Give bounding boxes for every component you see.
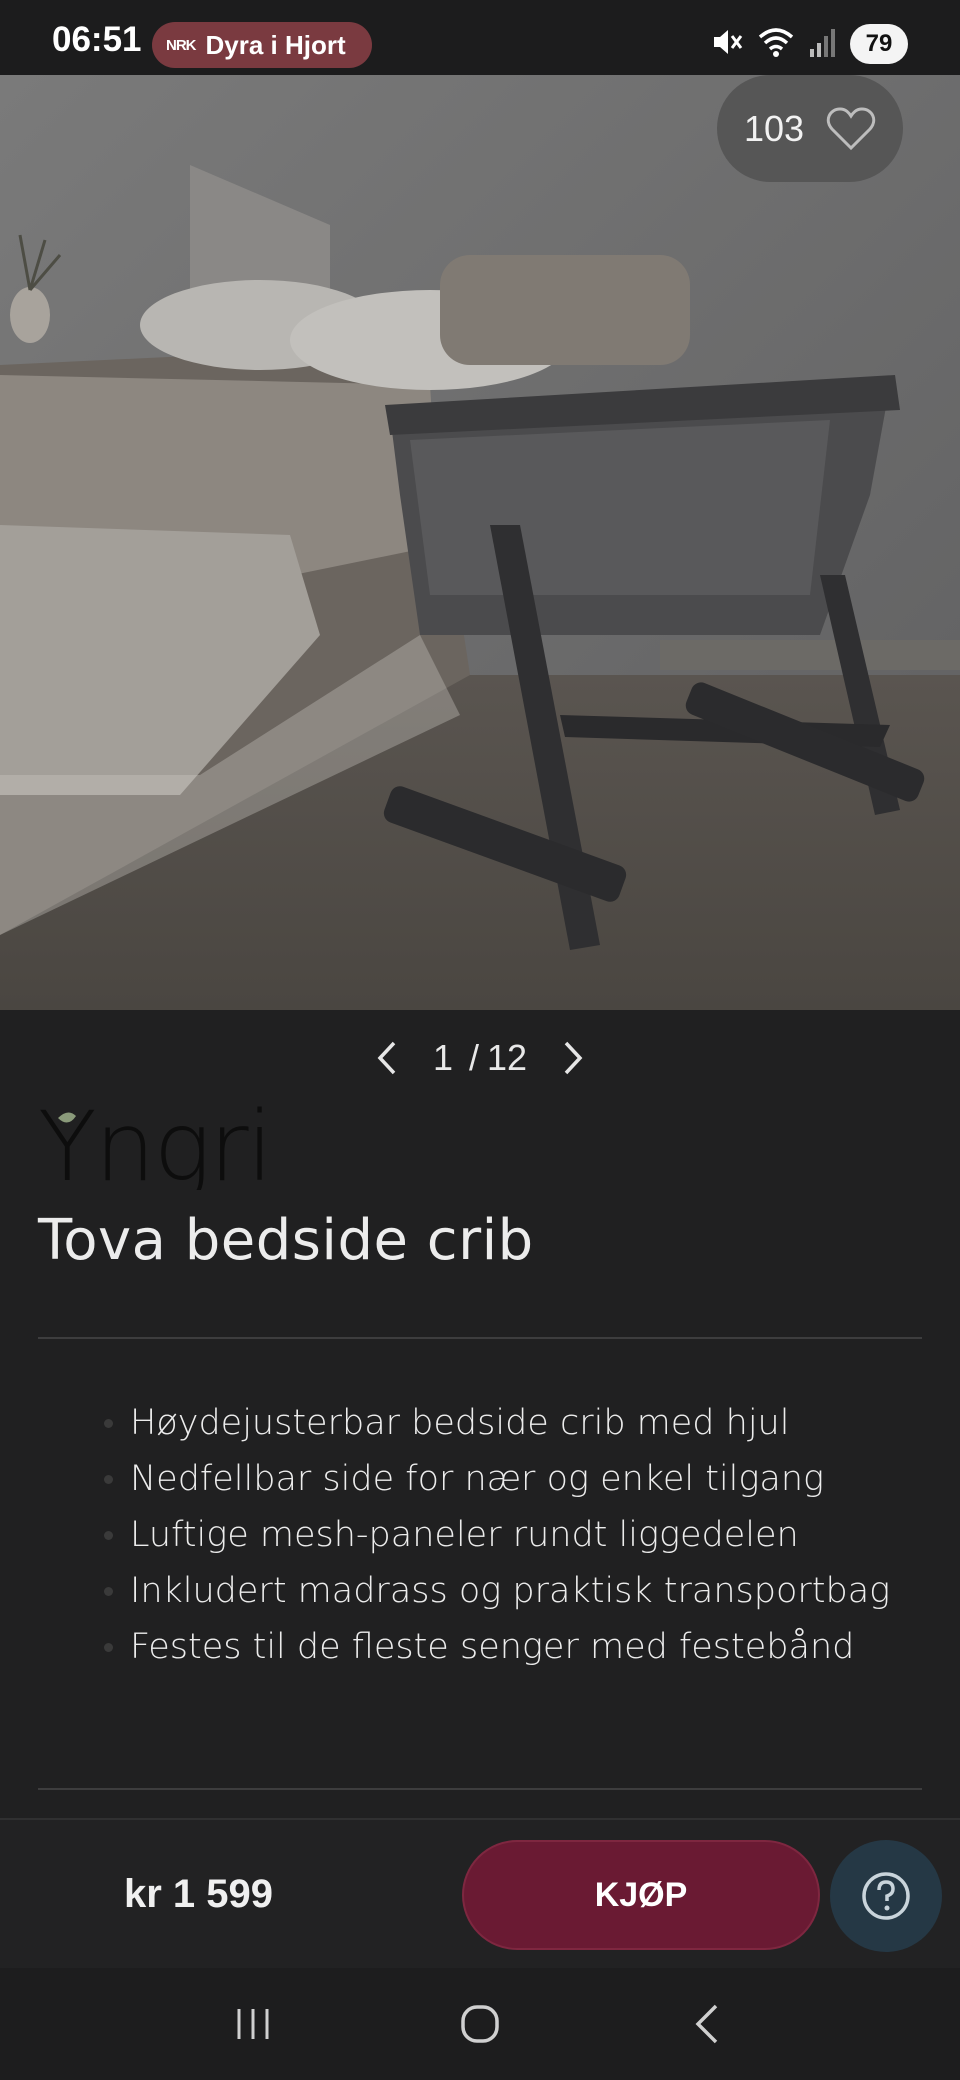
now-playing-chip[interactable]: NRK Dyra i Hjort	[152, 22, 372, 68]
help-button[interactable]	[830, 1840, 942, 1952]
status-icons: 79	[710, 22, 908, 66]
favorites-count: 103	[743, 107, 805, 149]
feature-item: Inkludert madrass og praktisk transportb…	[96, 1563, 936, 1619]
product-image[interactable]: 103	[0, 75, 960, 1010]
back-icon	[695, 2004, 717, 2044]
product-title: Tova bedside crib	[38, 1208, 534, 1273]
yngri-logo: Yngri	[38, 1091, 273, 1203]
heart-icon	[826, 106, 876, 151]
feature-item: Nedfellbar side for nær og enkel tilgang	[96, 1451, 936, 1507]
feature-item: Luftige mesh-paneler rundt liggedelen	[96, 1507, 936, 1563]
feature-item: Festes til de fleste senger med festebån…	[96, 1619, 936, 1675]
status-bar: 06:51 NRK Dyra i Hjort 79	[0, 0, 960, 75]
image-pager: 1 / 12	[0, 1010, 960, 1105]
signal-icon	[808, 25, 838, 63]
divider	[38, 1337, 922, 1339]
chevron-right-icon	[564, 1041, 583, 1074]
nrk-logo: NRK	[166, 36, 196, 54]
feature-item: Høydejusterbar bedside crib med hjul	[96, 1395, 936, 1451]
help-icon	[862, 1872, 910, 1920]
chevron-left-icon	[377, 1041, 396, 1074]
feature-list: Høydejusterbar bedside crib med hjul Ned…	[96, 1395, 936, 1675]
battery-icon: 79	[850, 24, 908, 64]
back-button[interactable]	[667, 1984, 747, 2064]
recent-apps-icon	[237, 2009, 269, 2039]
mute-icon	[710, 25, 744, 63]
home-button[interactable]	[440, 1984, 520, 2064]
now-playing-title: Dyra i Hjort	[205, 29, 346, 60]
divider	[38, 1788, 922, 1790]
system-nav-bar	[0, 1968, 960, 2080]
wifi-icon	[756, 25, 796, 63]
total-pages: 12	[487, 1036, 528, 1078]
current-page: 1	[432, 1036, 453, 1078]
favorite-button[interactable]: 103	[717, 75, 903, 182]
price: kr 1 599	[124, 1872, 274, 1916]
next-image-button[interactable]	[553, 1038, 593, 1078]
svg-text:Yngri: Yngri	[38, 1100, 271, 1190]
bedside-crib-photo	[0, 75, 960, 1010]
page-separator: /	[468, 1036, 479, 1078]
recent-apps-button[interactable]	[213, 1984, 293, 2064]
brand-logo[interactable]: Yngri	[38, 1091, 298, 1203]
buy-bar: kr 1 599 KJØP	[0, 1818, 960, 1968]
previous-image-button[interactable]	[367, 1038, 407, 1078]
status-clock: 06:51	[52, 20, 142, 59]
buy-button[interactable]: KJØP	[462, 1840, 820, 1950]
home-icon	[461, 2005, 499, 2043]
